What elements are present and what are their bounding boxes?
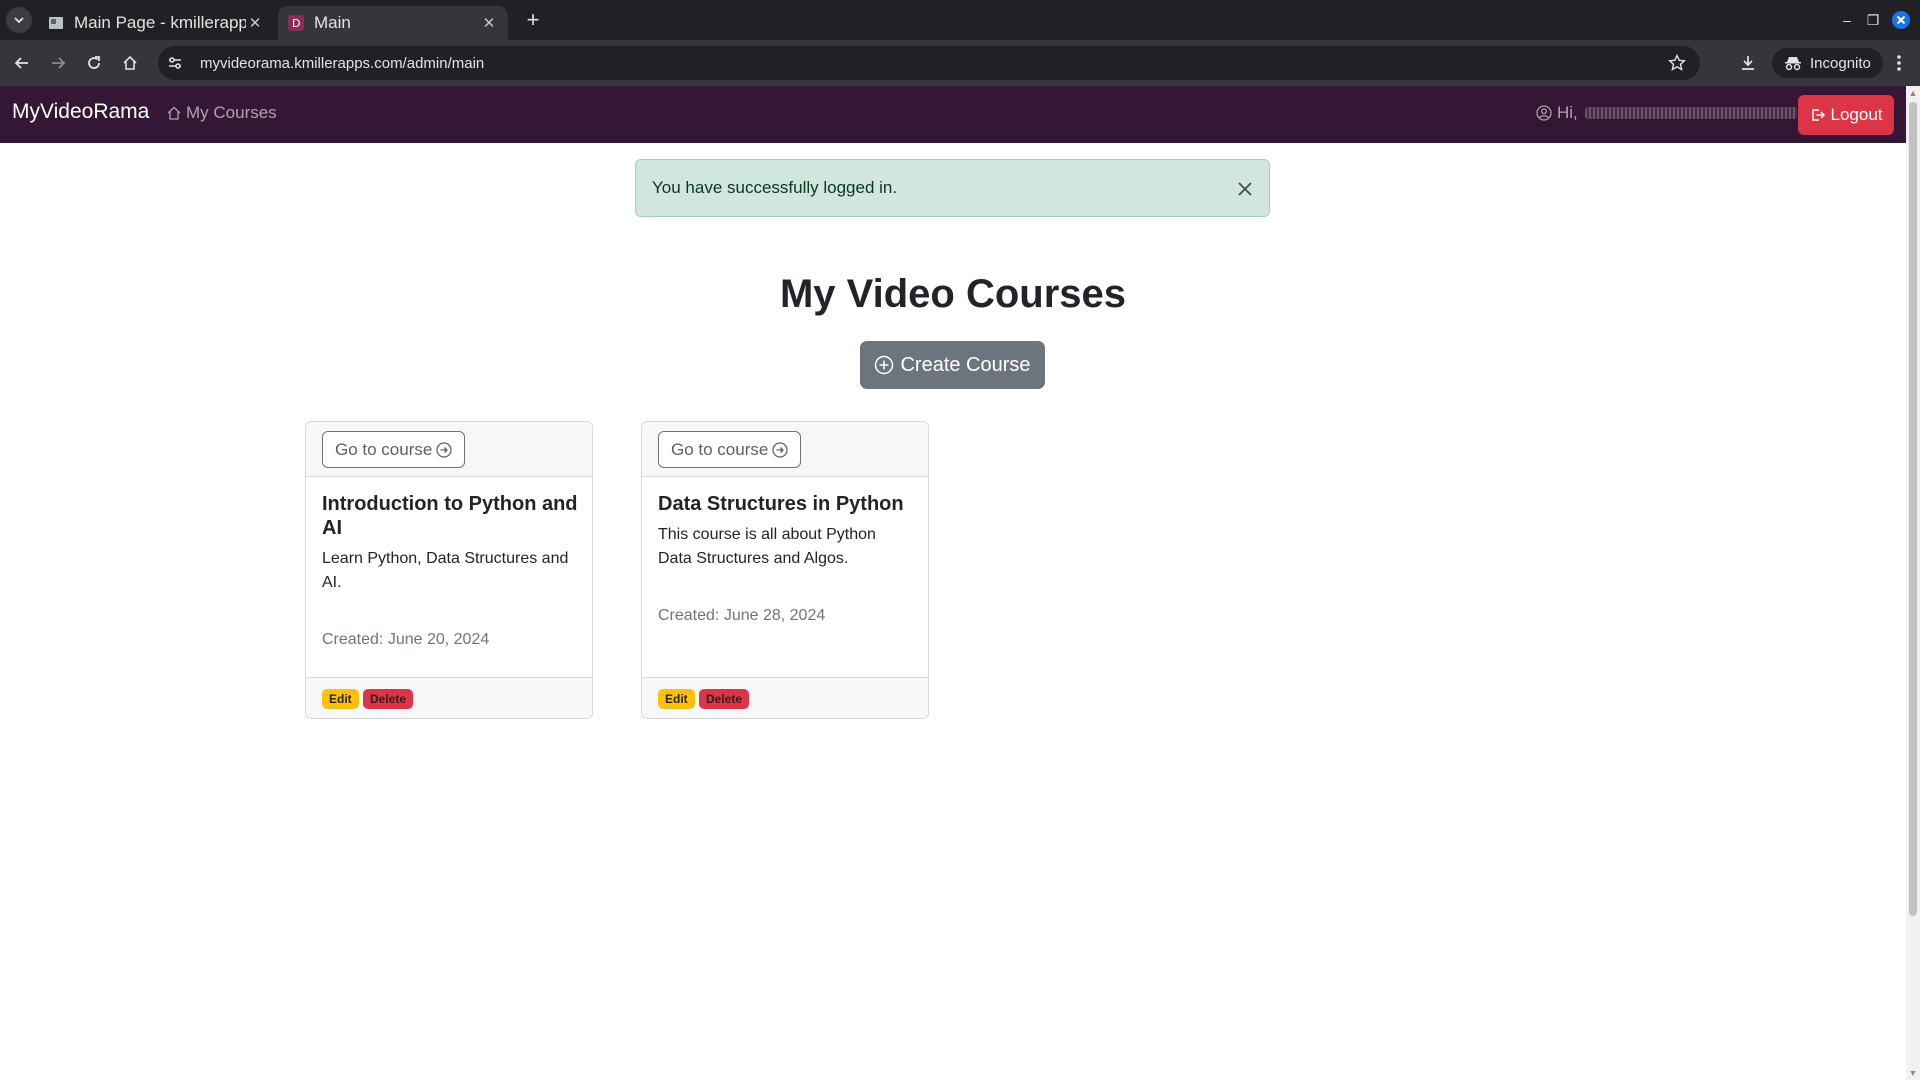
- success-alert: You have successfully logged in.: [635, 159, 1270, 217]
- tab-title: Main: [314, 13, 351, 32]
- chevron-down-icon: [14, 17, 24, 24]
- create-course-button[interactable]: Create Course: [860, 341, 1045, 389]
- course-created-date: Created: June 20, 2024: [322, 631, 490, 648]
- course-title: Introduction to Python and AI: [322, 493, 578, 539]
- course-card: Go to course Data Structures in Python T…: [641, 421, 929, 719]
- plus-circle-icon: [875, 355, 894, 375]
- go-to-course-button[interactable]: Go to course: [658, 431, 802, 468]
- browser-toolbar: myvideorama.kmillerapps.com/admin/main I…: [0, 40, 1920, 86]
- nav-my-courses-label: My Courses: [186, 103, 277, 122]
- card-header: Go to course: [642, 422, 928, 477]
- edit-button[interactable]: Edit: [322, 689, 359, 709]
- create-course-label: Create Course: [900, 353, 1031, 376]
- card-body: Introduction to Python and AI Learn Pyth…: [322, 492, 578, 652]
- alert-close-button[interactable]: [1233, 177, 1257, 201]
- delete-button[interactable]: Delete: [363, 689, 414, 709]
- svg-text:D: D: [292, 17, 300, 30]
- scroll-down-arrow-icon[interactable]: ▼: [1906, 1066, 1920, 1080]
- page-title: My Video Courses: [779, 272, 1127, 316]
- course-card: Go to course Introduction to Python and …: [305, 421, 593, 719]
- downloads-button[interactable]: [1734, 49, 1762, 77]
- arrow-right-icon: [52, 57, 66, 69]
- browser-tab-bar: Main Page - kmillerapps ✕ D Main ✕ + – ❐: [0, 0, 1920, 40]
- new-tab-button[interactable]: +: [518, 6, 548, 34]
- reload-button[interactable]: [80, 49, 108, 77]
- browser-tab-main-page[interactable]: Main Page - kmillerapps ✕: [38, 6, 274, 40]
- incognito-icon: [1785, 57, 1801, 71]
- greeting-text: Hi,: [1557, 103, 1578, 122]
- card-body: Data Structures in Python This course is…: [658, 492, 914, 628]
- app-navbar: MyVideoRama My Courses Hi, Logout: [0, 86, 1906, 143]
- scroll-up-arrow-icon[interactable]: ▲: [1906, 86, 1920, 100]
- address-bar[interactable]: myvideorama.kmillerapps.com/admin/main: [158, 46, 1700, 80]
- restore-button[interactable]: ❐: [1861, 8, 1885, 32]
- brand-logo[interactable]: MyVideoRama: [12, 100, 149, 124]
- redacted-username: [1584, 107, 1797, 119]
- back-button[interactable]: [8, 49, 36, 77]
- course-created-date: Created: June 28, 2024: [658, 607, 826, 624]
- alert-message: You have successfully logged in.: [652, 178, 898, 197]
- browser-tab-main[interactable]: D Main ✕: [278, 6, 508, 40]
- browser-menu-button[interactable]: [1886, 49, 1912, 77]
- card-header: Go to course: [306, 422, 592, 477]
- site-info-button[interactable]: [160, 48, 190, 78]
- page-scrollbar[interactable]: ▲ ▼: [1906, 86, 1920, 1080]
- arrow-left-icon: [14, 57, 28, 69]
- incognito-indicator[interactable]: Incognito: [1772, 48, 1883, 78]
- house-icon: [167, 106, 181, 120]
- home-button[interactable]: [116, 49, 144, 77]
- go-to-course-label: Go to course: [335, 439, 433, 459]
- page-favicon-icon: [48, 15, 64, 31]
- minimize-button[interactable]: –: [1835, 8, 1859, 32]
- card-footer: Edit Delete: [306, 677, 592, 718]
- forward-button[interactable]: [44, 49, 72, 77]
- course-description: Learn Python, Data Structures and AI.: [322, 550, 569, 591]
- tune-icon: [169, 57, 181, 69]
- scroll-thumb[interactable]: [1909, 102, 1917, 916]
- course-description: This course is all about Python Data Str…: [658, 526, 876, 567]
- delete-button[interactable]: Delete: [699, 689, 750, 709]
- arrow-right-circle-icon: [436, 441, 452, 458]
- logout-label: Logout: [1830, 105, 1883, 124]
- close-icon: [1892, 11, 1910, 29]
- close-window-button[interactable]: [1889, 8, 1913, 32]
- logout-button[interactable]: Logout: [1798, 95, 1894, 135]
- arrow-right-circle-icon: [772, 441, 788, 458]
- page-viewport: MyVideoRama My Courses Hi, Logout You ha…: [0, 86, 1920, 1080]
- download-icon: [1742, 56, 1754, 70]
- app-favicon-icon: D: [288, 15, 304, 31]
- card-footer: Edit Delete: [642, 677, 928, 718]
- user-circle-icon: [1536, 105, 1552, 121]
- home-icon: [123, 55, 137, 70]
- tab-search-button[interactable]: [6, 7, 32, 33]
- go-to-course-button[interactable]: Go to course: [322, 431, 466, 468]
- go-to-course-label: Go to course: [671, 439, 769, 459]
- logout-icon: [1811, 109, 1825, 121]
- url-text[interactable]: myvideorama.kmillerapps.com/admin/main: [200, 55, 484, 72]
- user-greeting: Hi,: [1536, 103, 1797, 123]
- tab-close-icon[interactable]: ✕: [246, 14, 264, 32]
- close-icon: [1238, 182, 1252, 196]
- tab-title: Main Page - kmillerapps: [74, 13, 246, 32]
- incognito-label: Incognito: [1810, 54, 1871, 72]
- course-title: Data Structures in Python: [658, 493, 904, 515]
- reload-icon: [88, 56, 100, 69]
- more-vertical-icon: [1897, 55, 1901, 71]
- nav-my-courses[interactable]: My Courses: [166, 103, 277, 123]
- bookmark-star-icon[interactable]: [1666, 52, 1688, 74]
- edit-button[interactable]: Edit: [658, 689, 695, 709]
- tab-close-icon[interactable]: ✕: [480, 14, 498, 32]
